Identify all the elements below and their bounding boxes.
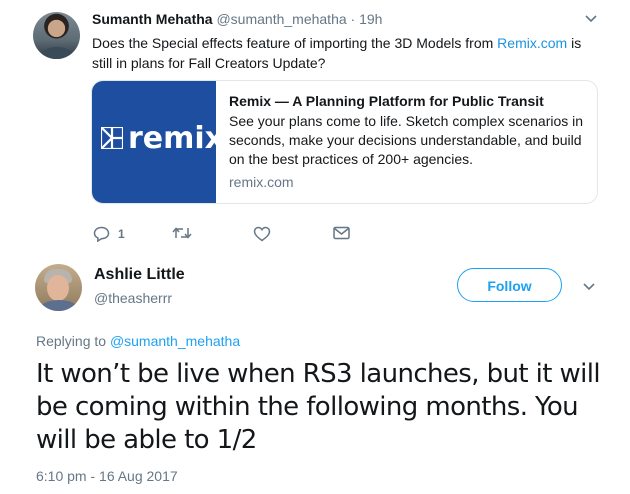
tweet1-author-handle[interactable]: @sumanth_mehatha	[216, 11, 346, 27]
tweet1-link-remix[interactable]: Remix.com	[497, 35, 567, 51]
replying-to-handle[interactable]: @sumanth_mehatha	[110, 333, 240, 349]
tweet1-author-name[interactable]: Sumanth Mehatha	[92, 11, 213, 27]
tweet1-text: Does the Special effects feature of impo…	[92, 33, 597, 73]
like-icon	[253, 226, 271, 242]
tweet2-more-chevron-down-icon[interactable]	[583, 282, 595, 294]
card-domain: remix.com	[229, 174, 294, 190]
retweet-icon	[172, 227, 192, 239]
avatar-ashlie[interactable]	[35, 264, 82, 311]
card-description: See your plans come to life. Sketch comp…	[229, 113, 584, 167]
reply-button[interactable]: 1	[93, 226, 125, 242]
card-body: Remix — A Planning Platform for Public T…	[229, 91, 589, 192]
replying-to-prefix: Replying to	[36, 333, 110, 349]
tweet1-time[interactable]: 19h	[359, 11, 382, 27]
tweet2-author-name[interactable]: Ashlie Little	[94, 266, 185, 284]
tweet1-more-chevron-down-icon[interactable]	[585, 14, 597, 26]
direct-message-button[interactable]	[333, 226, 350, 240]
direct-message-icon	[333, 226, 350, 240]
avatar-face	[47, 275, 69, 301]
follow-button[interactable]: Follow	[457, 268, 562, 302]
tweet1-header: Sumanth Mehatha @sumanth_mehatha · 19h	[92, 11, 382, 27]
reply-icon	[93, 226, 110, 242]
avatar-sumanth[interactable]	[33, 12, 80, 59]
replying-to: Replying to @sumanth_mehatha	[36, 333, 240, 349]
reply-count: 1	[118, 227, 125, 241]
avatar-body	[39, 300, 79, 311]
retweet-button[interactable]	[172, 226, 192, 240]
remix-logo-image: remix	[92, 81, 224, 203]
like-button[interactable]	[253, 226, 271, 242]
card-title: Remix — A Planning Platform for Public T…	[229, 93, 544, 109]
tweet2-text: It won’t be live when RS3 launches, but …	[36, 359, 601, 455]
remix-logo-wordmark: remix	[128, 121, 225, 156]
avatar-shirt	[41, 47, 73, 59]
remix-logo-icon	[101, 127, 123, 149]
tweet2-timestamp[interactable]: 6:10 pm - 16 Aug 2017	[36, 468, 178, 484]
link-preview-card[interactable]: remix Remix — A Planning Platform for Pu…	[91, 80, 598, 204]
tweet1-text-before: Does the Special effects feature of impo…	[92, 35, 498, 51]
tweet2-author-handle[interactable]: @theasherrr	[94, 290, 172, 306]
tweet1-separator: ·	[346, 11, 360, 27]
